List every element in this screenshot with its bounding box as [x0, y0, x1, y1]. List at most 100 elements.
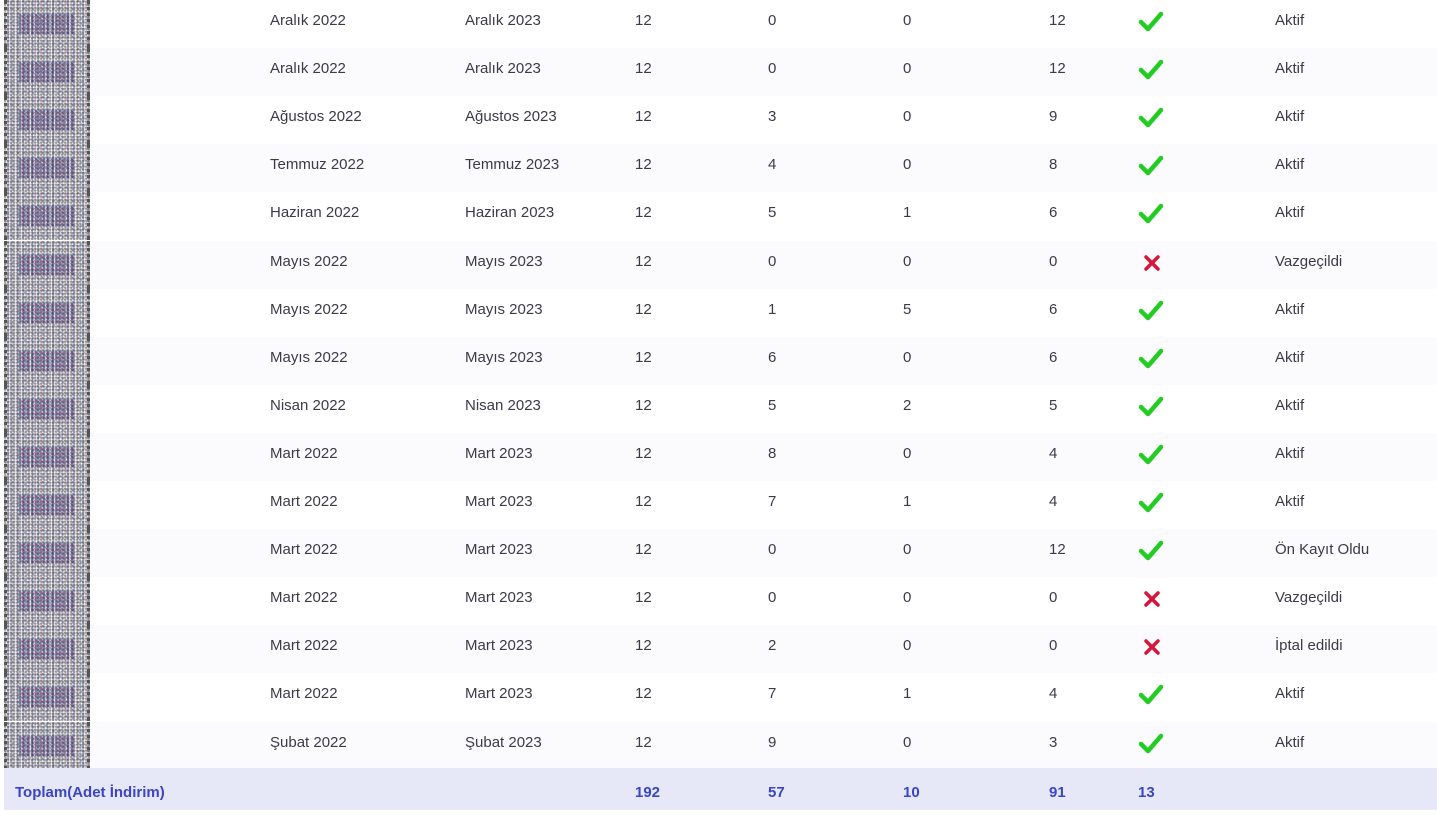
- col-value-3: 0: [903, 12, 912, 29]
- col-value-2: 7: [768, 685, 777, 703]
- table-row[interactable]: Aralık 2022 Aralık 2023 12 0 0 12 Aktif: [4, 48, 1437, 97]
- total-col-4: 91: [1049, 784, 1066, 801]
- col-value-3: 1: [903, 685, 912, 703]
- thumbnail-image: [4, 240, 90, 289]
- thumbnail-image: [4, 384, 90, 433]
- col-value-4: 6: [1049, 300, 1058, 318]
- col-value-3: 0: [903, 733, 912, 751]
- table-row[interactable]: Mart 2022 Mart 2023 12 7 1 4 Aktif: [4, 481, 1437, 529]
- check-icon: [1137, 56, 1165, 84]
- end-date: Mayıs 2023: [465, 252, 543, 270]
- col-value-1: 12: [635, 348, 652, 366]
- end-date: Aralık 2023: [465, 12, 541, 29]
- end-date: Mart 2023: [465, 637, 533, 655]
- check-icon-graphic: [1138, 348, 1164, 368]
- col-value-3: 2: [903, 396, 912, 414]
- cross-icon-graphic: [1144, 254, 1160, 271]
- status-label: Aktif: [1275, 12, 1305, 29]
- check-icon-graphic: [1138, 107, 1164, 128]
- row-thumbnail: [4, 288, 90, 337]
- end-date: Mayıs 2023: [465, 348, 543, 366]
- thumbnail-image: [4, 577, 90, 626]
- start-date: Mart 2022: [270, 637, 338, 655]
- col-value-3: 0: [903, 156, 912, 174]
- col-value-3: 1: [903, 204, 912, 222]
- col-value-1: 12: [635, 493, 652, 510]
- table-row[interactable]: Mayıs 2022 Mayıs 2023 12 1 5 6 Aktif: [4, 288, 1437, 337]
- table-footer-totals: Toplam(Adet İndirim) 192 57 10 91 13: [4, 768, 1437, 810]
- end-date: Haziran 2023: [465, 204, 555, 222]
- col-value-2: 0: [768, 541, 777, 559]
- check-icon-graphic: [1138, 492, 1164, 513]
- status-label: Aktif: [1275, 204, 1305, 222]
- col-value-1: 12: [635, 12, 652, 29]
- table-row[interactable]: Mayıs 2022 Mayıs 2023 12 0 0 0 Vazgeçildi: [4, 240, 1437, 289]
- table-row[interactable]: Mart 2022 Mart 2023 12 0 0 0 Vazgeçildi: [4, 577, 1437, 626]
- row-thumbnail: [4, 336, 90, 385]
- start-date: Mayıs 2022: [270, 300, 348, 318]
- col-value-1: 12: [635, 396, 652, 414]
- col-value-2: 2: [768, 637, 777, 655]
- col-value-1: 12: [635, 300, 652, 318]
- status-label: Aktif: [1275, 493, 1305, 510]
- col-value-3: 0: [903, 589, 912, 607]
- col-value-2: 0: [768, 589, 777, 607]
- table-row[interactable]: Mayıs 2022 Mayıs 2023 12 6 0 6 Aktif: [4, 336, 1437, 385]
- col-value-4: 8: [1049, 156, 1058, 174]
- col-value-4: 6: [1049, 204, 1058, 222]
- start-date: Aralık 2022: [270, 12, 346, 29]
- col-value-4: 3: [1049, 733, 1058, 751]
- thumbnail-image: [4, 288, 90, 337]
- thumbnail-image: [4, 0, 90, 48]
- status-label: Aktif: [1275, 60, 1305, 78]
- col-value-2: 8: [768, 444, 777, 462]
- col-value-2: 6: [768, 348, 777, 366]
- thumbnail-image: [4, 481, 90, 529]
- end-date: Şubat 2023: [465, 733, 542, 751]
- col-value-2: 9: [768, 733, 777, 751]
- col-value-1: 12: [635, 156, 652, 174]
- col-value-1: 12: [635, 589, 652, 607]
- row-thumbnail: [4, 481, 90, 529]
- table-row[interactable]: Mart 2022 Mart 2023 12 7 1 4 Aktif: [4, 673, 1437, 722]
- status-label: Aktif: [1275, 685, 1305, 703]
- col-value-1: 12: [635, 733, 652, 751]
- col-value-1: 12: [635, 444, 652, 462]
- thumbnail-image: [4, 721, 90, 770]
- col-value-2: 5: [768, 396, 777, 414]
- col-value-3: 0: [903, 348, 912, 366]
- check-icon-graphic: [1138, 300, 1164, 320]
- col-value-1: 12: [635, 204, 652, 222]
- end-date: Mayıs 2023: [465, 300, 543, 318]
- col-value-4: 0: [1049, 252, 1058, 270]
- check-icon-graphic: [1138, 59, 1164, 80]
- start-date: Mayıs 2022: [270, 252, 348, 270]
- table-row[interactable]: Temmuz 2022 Temmuz 2023 12 4 0 8 Aktif: [4, 144, 1437, 193]
- total-col-2: 57: [768, 784, 785, 801]
- table-row[interactable]: Ağustos 2022 Ağustos 2023 12 3 0 9 Aktif: [4, 96, 1437, 145]
- row-thumbnail: [4, 721, 90, 770]
- table-row[interactable]: Mart 2022 Mart 2023 12 2 0 0 İptal edildi: [4, 625, 1437, 674]
- col-value-1: 12: [635, 60, 652, 78]
- thumbnail-image: [4, 673, 90, 722]
- table-row[interactable]: Nisan 2022 Nisan 2023 12 5 2 5 Aktif: [4, 384, 1437, 433]
- row-thumbnail: [4, 384, 90, 433]
- start-date: Mart 2022: [270, 493, 338, 510]
- status-label: Vazgeçildi: [1275, 252, 1343, 270]
- check-icon: [1137, 393, 1165, 421]
- check-icon: [1137, 681, 1165, 709]
- row-thumbnail: [4, 529, 90, 578]
- row-thumbnail: [4, 192, 90, 241]
- table-row[interactable]: Aralık 2022 Aralık 2023 12 0 0 12 Aktif: [4, 0, 1437, 48]
- check-icon-graphic: [1138, 11, 1164, 32]
- table-row[interactable]: Mart 2022 Mart 2023 12 0 0 12 Ön Kayıt Oldu: [4, 529, 1437, 578]
- table-row[interactable]: Haziran 2022 Haziran 2023 12 5 1 6 Aktif: [4, 192, 1437, 241]
- col-value-2: 0: [768, 12, 777, 29]
- table-row[interactable]: Şubat 2022 Şubat 2023 12 9 0 3 Aktif: [4, 721, 1437, 770]
- col-value-2: 3: [768, 108, 777, 126]
- table-row[interactable]: Mart 2022 Mart 2023 12 8 0 4 Aktif: [4, 432, 1437, 481]
- status-label: Vazgeçildi: [1275, 589, 1343, 607]
- col-value-3: 5: [903, 300, 912, 318]
- start-date: Şubat 2022: [270, 733, 347, 751]
- status-label: İptal edildi: [1275, 637, 1343, 655]
